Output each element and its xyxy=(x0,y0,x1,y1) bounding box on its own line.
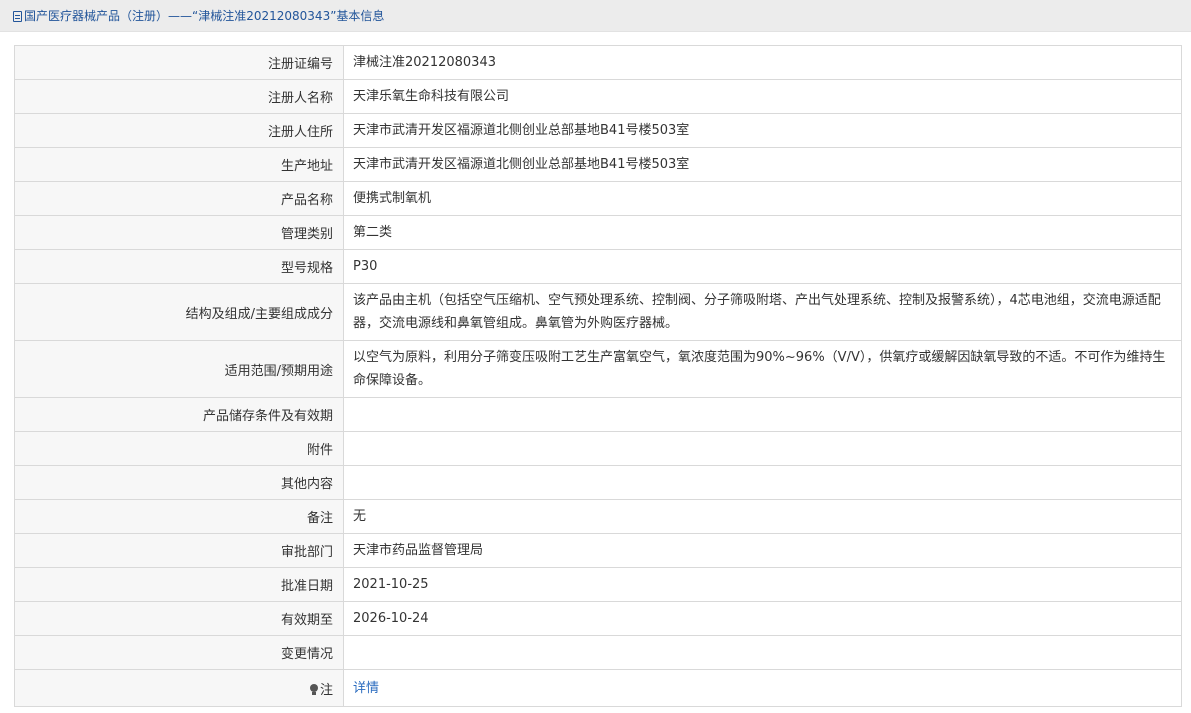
table-row: 注册证编号 津械注准20212080343 xyxy=(14,45,1182,80)
field-value: 便携式制氧机 xyxy=(343,181,1182,216)
field-label: 批准日期 xyxy=(14,567,344,602)
field-value: P30 xyxy=(343,249,1182,284)
field-label: 附件 xyxy=(14,431,344,466)
page-title: 国产医疗器械产品（注册）——“津械注准20212080343”基本信息 xyxy=(24,9,385,23)
table-row: 注册人名称 天津乐氧生命科技有限公司 xyxy=(14,79,1182,114)
field-label: 注册人住所 xyxy=(14,113,344,148)
table-row: 管理类别 第二类 xyxy=(14,215,1182,250)
field-value: 第二类 xyxy=(343,215,1182,250)
field-label: 注册人名称 xyxy=(14,79,344,114)
note-row: 注 详情 xyxy=(14,669,1182,707)
field-label: 结构及组成/主要组成成分 xyxy=(14,283,344,341)
table-row: 审批部门 天津市药品监督管理局 xyxy=(14,533,1182,568)
field-value: 天津市药品监督管理局 xyxy=(343,533,1182,568)
field-label: 其他内容 xyxy=(14,465,344,500)
document-icon xyxy=(13,10,22,22)
table-row: 变更情况 xyxy=(14,635,1182,670)
table-row: 备注 无 xyxy=(14,499,1182,534)
field-label: 产品储存条件及有效期 xyxy=(14,397,344,432)
details-link[interactable]: 详情 xyxy=(353,681,379,696)
field-label: 变更情况 xyxy=(14,635,344,670)
table-row: 有效期至 2026-10-24 xyxy=(14,601,1182,636)
field-value: 2026-10-24 xyxy=(343,601,1182,636)
field-value: 天津乐氧生命科技有限公司 xyxy=(343,79,1182,114)
note-label: 注 xyxy=(319,682,333,698)
field-label: 管理类别 xyxy=(14,215,344,250)
table-row: 结构及组成/主要组成成分 该产品由主机（包括空气压缩机、空气预处理系统、控制阀、… xyxy=(14,283,1182,341)
table-row: 注册人住所 天津市武清开发区福源道北侧创业总部基地B41号楼503室 xyxy=(14,113,1182,148)
field-value: 以空气为原料，利用分子筛变压吸附工艺生产富氧空气，氧浓度范围为90%~96%（V… xyxy=(343,340,1182,398)
table-row: 生产地址 天津市武清开发区福源道北侧创业总部基地B41号楼503室 xyxy=(14,147,1182,182)
field-label: 适用范围/预期用途 xyxy=(14,340,344,398)
table-row: 其他内容 xyxy=(14,465,1182,500)
table-row: 附件 xyxy=(14,431,1182,466)
field-value: 天津市武清开发区福源道北侧创业总部基地B41号楼503室 xyxy=(343,113,1182,148)
field-value: 该产品由主机（包括空气压缩机、空气预处理系统、控制阀、分子筛吸附塔、产出气处理系… xyxy=(343,283,1182,341)
table-row: 产品储存条件及有效期 xyxy=(14,397,1182,432)
field-value xyxy=(343,465,1182,500)
note-label-cell: 注 xyxy=(14,669,344,707)
field-label: 备注 xyxy=(14,499,344,534)
field-label: 产品名称 xyxy=(14,181,344,216)
field-value: 津械注准20212080343 xyxy=(343,45,1182,80)
field-value: 天津市武清开发区福源道北侧创业总部基地B41号楼503室 xyxy=(343,147,1182,182)
lightbulb-icon xyxy=(309,683,318,695)
field-value xyxy=(343,635,1182,670)
field-label: 有效期至 xyxy=(14,601,344,636)
table-row: 适用范围/预期用途 以空气为原料，利用分子筛变压吸附工艺生产富氧空气，氧浓度范围… xyxy=(14,340,1182,398)
note-value-cell: 详情 xyxy=(343,669,1182,707)
table-row: 型号规格 P30 xyxy=(14,249,1182,284)
page-header: 国产医疗器械产品（注册）——“津械注准20212080343”基本信息 xyxy=(0,0,1191,32)
field-label: 注册证编号 xyxy=(14,45,344,80)
table-row: 产品名称 便携式制氧机 xyxy=(14,181,1182,216)
field-label: 生产地址 xyxy=(14,147,344,182)
table-row: 批准日期 2021-10-25 xyxy=(14,567,1182,602)
field-value xyxy=(343,397,1182,432)
field-value: 2021-10-25 xyxy=(343,567,1182,602)
field-value xyxy=(343,431,1182,466)
field-label: 型号规格 xyxy=(14,249,344,284)
field-value: 无 xyxy=(343,499,1182,534)
field-label: 审批部门 xyxy=(14,533,344,568)
basic-info-table: 注册证编号 津械注准20212080343 注册人名称 天津乐氧生命科技有限公司… xyxy=(14,45,1182,707)
